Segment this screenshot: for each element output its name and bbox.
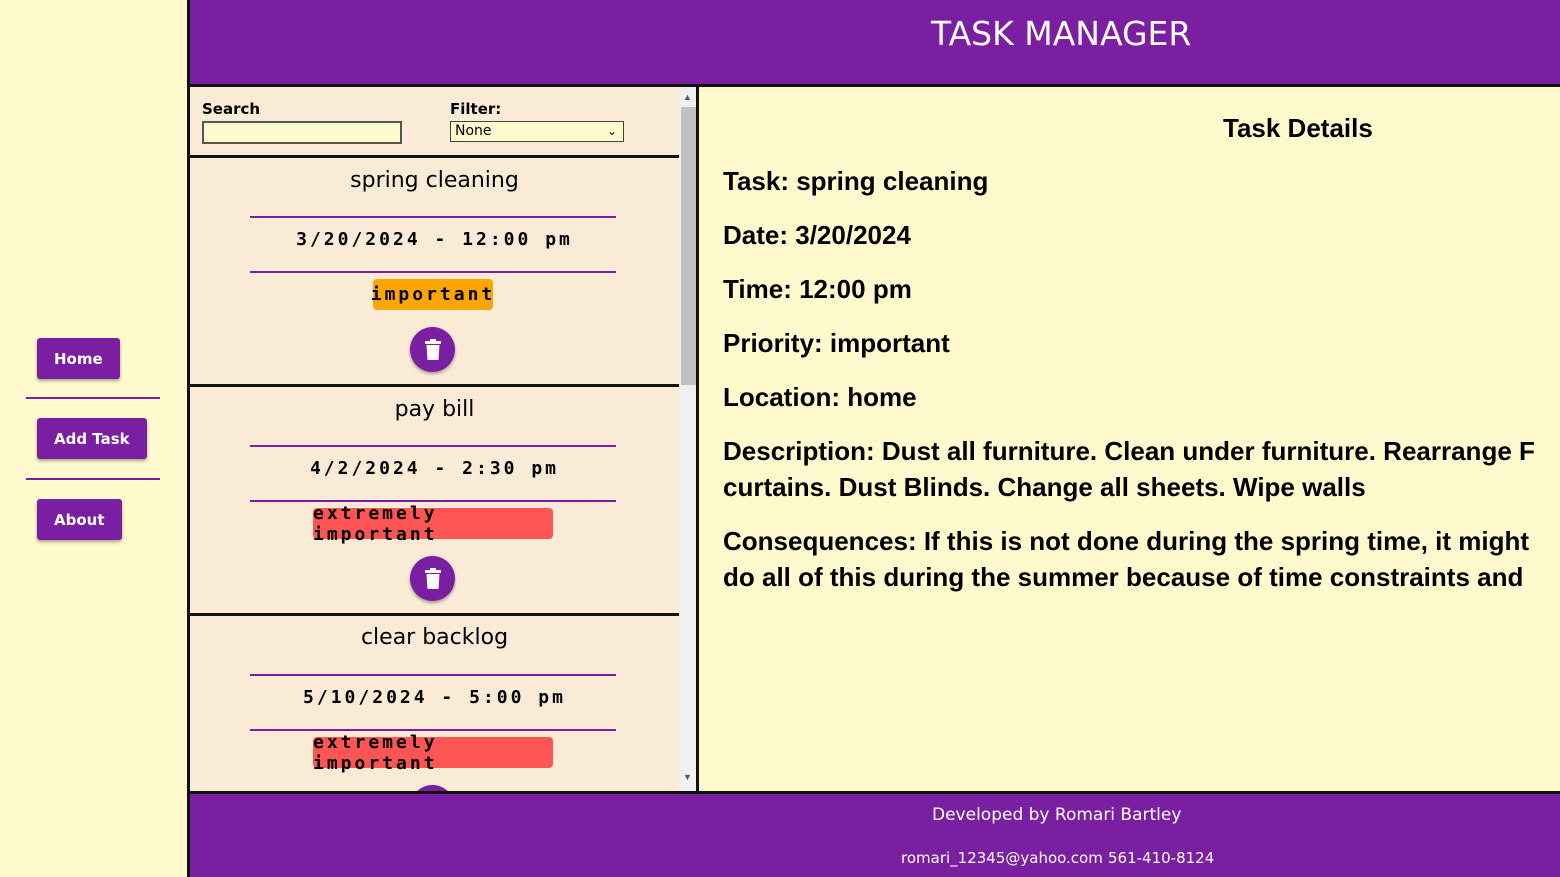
detail-description: Description: Dust all furniture. Clean u… xyxy=(723,436,1535,466)
delete-button[interactable] xyxy=(410,556,455,601)
task-details-panel: Task Details Task: spring cleaning Date:… xyxy=(699,87,1560,791)
task-card[interactable]: clear backlog 5/10/2024 - 5:00 pm extrem… xyxy=(190,616,679,791)
app-header: TASK MANAGER xyxy=(187,0,1560,87)
detail-consequences: Consequences: If this is not done during… xyxy=(723,526,1530,556)
about-button[interactable]: About xyxy=(37,499,122,540)
card-divider xyxy=(250,445,616,447)
card-divider xyxy=(250,271,616,273)
detail-description-cont: curtains. Dust Blinds. Change all sheets… xyxy=(723,472,1366,502)
priority-badge: important xyxy=(371,279,493,310)
filter-selected-value: None xyxy=(455,123,492,139)
task-date: 3/20/2024 - 12:00 pm xyxy=(296,229,573,250)
scroll-up-arrow-icon[interactable]: ▲ xyxy=(683,92,692,102)
detail-consequences-cont: do all of this during the summer because… xyxy=(723,562,1524,592)
detail-time: Time: 12:00 pm xyxy=(723,274,912,304)
scroll-down-arrow-icon[interactable]: ▼ xyxy=(683,772,692,782)
home-button[interactable]: Home xyxy=(37,338,120,379)
filter-select[interactable]: None ⌄ xyxy=(450,121,624,142)
search-label: Search xyxy=(202,100,261,118)
app-title: TASK MANAGER xyxy=(931,14,1192,53)
priority-badge: extremely important xyxy=(313,732,553,774)
footer-phone: 561-410-8124 xyxy=(1108,849,1215,867)
task-date: 4/2/2024 - 2:30 pm xyxy=(309,458,560,479)
card-divider xyxy=(250,216,616,218)
task-date: 5/10/2024 - 5:00 pm xyxy=(303,687,566,708)
sidebar: Home Add Task About xyxy=(0,0,187,877)
task-card[interactable]: pay bill 4/2/2024 - 2:30 pm extremely im… xyxy=(190,387,679,616)
delete-button[interactable] xyxy=(410,327,455,372)
priority-badge: extremely important xyxy=(313,503,553,545)
task-list-panel: Search Filter: None ⌄ spring cleaning 3/… xyxy=(187,87,699,791)
detail-date: Date: 3/20/2024 xyxy=(723,220,911,250)
search-input[interactable] xyxy=(202,121,402,144)
detail-location: Location: home xyxy=(723,382,917,412)
nav-divider xyxy=(26,397,160,399)
chevron-down-icon: ⌄ xyxy=(606,124,617,138)
detail-task: Task: spring cleaning xyxy=(723,166,989,196)
task-card[interactable]: spring cleaning 3/20/2024 - 12:00 pm imp… xyxy=(190,158,679,387)
task-name: clear backlog xyxy=(360,625,509,650)
card-divider xyxy=(250,674,616,676)
nav-divider xyxy=(26,478,160,480)
details-heading: Task Details xyxy=(1223,113,1373,143)
list-scrollbar[interactable]: ▲ ▼ xyxy=(679,87,696,791)
task-name: pay bill xyxy=(394,397,475,422)
footer-credit: Developed by Romari Bartley xyxy=(932,805,1182,825)
trash-icon xyxy=(424,567,441,589)
task-name: spring cleaning xyxy=(350,168,519,193)
app-footer: Developed by Romari Bartley romari_12345… xyxy=(187,791,1560,877)
add-task-button[interactable]: Add Task xyxy=(37,418,147,459)
detail-priority: Priority: important xyxy=(723,328,950,358)
filter-label: Filter: xyxy=(450,100,502,118)
footer-email: romari_12345@yahoo.com xyxy=(901,849,1103,867)
trash-icon xyxy=(424,338,441,360)
scroll-thumb[interactable] xyxy=(681,107,696,385)
list-controls: Search Filter: None ⌄ xyxy=(190,87,679,158)
